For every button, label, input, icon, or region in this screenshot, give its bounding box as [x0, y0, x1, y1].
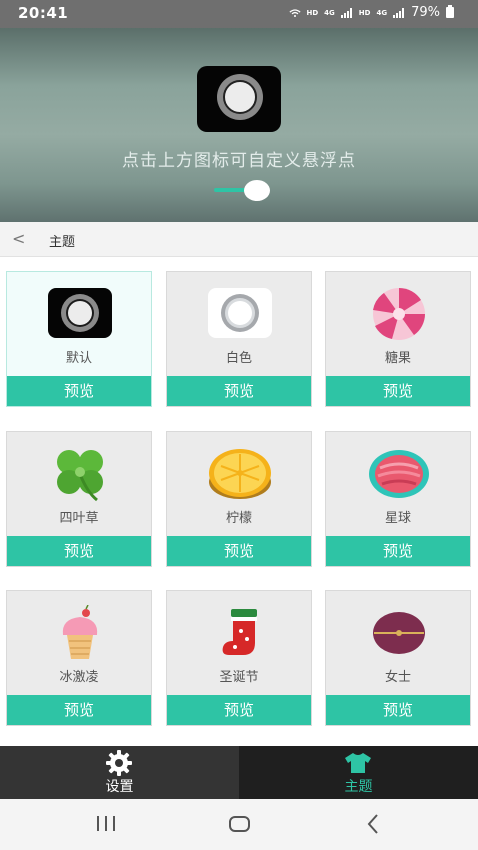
preview-button[interactable]: 预览 — [7, 536, 151, 566]
preview-button[interactable]: 预览 — [167, 695, 311, 725]
preview-button[interactable]: 预览 — [7, 695, 151, 725]
gear-icon — [106, 750, 132, 776]
theme-card-clover[interactable]: 四叶草 预览 — [6, 431, 152, 567]
lady-theme-icon — [373, 612, 425, 654]
theme-card-default[interactable]: 默认 预览 — [6, 271, 152, 407]
back-nav-icon[interactable] — [365, 811, 381, 837]
tab-theme[interactable]: 主题 — [239, 746, 478, 799]
floating-dot-toggle[interactable] — [214, 178, 274, 202]
theme-card-icecream[interactable]: 冰激凌 预览 — [6, 590, 152, 726]
battery-percent: 79% — [411, 5, 440, 20]
theme-card-planet[interactable]: 星球 预览 — [325, 431, 471, 567]
network-hd-2: HD — [358, 8, 371, 17]
theme-card-lemon[interactable]: 柠檬 预览 — [166, 431, 312, 567]
status-bar: 20:41 HD 4G HD 4G 79% — [0, 0, 478, 28]
theme-card-christmas[interactable]: 圣诞节 预览 — [166, 590, 312, 726]
preview-button[interactable]: 预览 — [167, 376, 311, 406]
wifi-icon — [288, 8, 301, 17]
theme-label: 白色 — [225, 351, 252, 366]
preview-button[interactable]: 预览 — [326, 376, 470, 406]
preview-button[interactable]: 预览 — [7, 376, 151, 406]
status-indicators: HD 4G HD 4G 79% — [288, 5, 454, 20]
status-time: 20:41 — [18, 4, 69, 22]
candy-theme-icon — [373, 287, 425, 340]
theme-label: 圣诞节 — [219, 670, 259, 685]
battery-icon — [446, 5, 454, 18]
hero-banner: 点击上方图标可自定义悬浮点 — [0, 28, 478, 222]
theme-label: 柠檬 — [225, 511, 252, 526]
home-icon[interactable] — [228, 811, 252, 837]
signal-label-2: 4G — [376, 8, 388, 17]
signal-icon — [340, 7, 352, 18]
title-bar: < 主题 — [0, 222, 478, 257]
planet-theme-icon — [369, 450, 429, 498]
tab-theme-label: 主题 — [344, 779, 373, 795]
default-theme-icon — [48, 288, 112, 338]
recent-apps-icon[interactable] — [95, 811, 117, 837]
theme-label: 糖果 — [384, 351, 411, 366]
back-icon[interactable]: < — [12, 229, 25, 248]
tab-settings[interactable]: 设置 — [0, 746, 239, 799]
lemon-theme-icon — [209, 449, 271, 499]
theme-label: 四叶草 — [59, 511, 99, 526]
bottom-tab-bar: 设置 主题 — [0, 746, 478, 799]
signal-icon-2 — [393, 7, 405, 18]
theme-card-candy[interactable]: 糖果 预览 — [325, 271, 471, 407]
page-title: 主题 — [49, 235, 76, 250]
floating-dot-icon[interactable] — [197, 66, 281, 132]
clover-theme-icon — [57, 450, 103, 502]
preview-button[interactable]: 预览 — [167, 536, 311, 566]
theme-card-lady[interactable]: 女士 预览 — [325, 590, 471, 726]
preview-button[interactable]: 预览 — [326, 695, 470, 725]
theme-label: 默认 — [65, 351, 92, 366]
tab-settings-label: 设置 — [105, 779, 134, 795]
christmas-sock-icon — [222, 609, 257, 655]
white-theme-icon — [208, 288, 272, 338]
signal-label-1: 4G — [324, 8, 335, 17]
hero-hint-text: 点击上方图标可自定义悬浮点 — [122, 151, 356, 171]
shirt-icon — [345, 753, 371, 773]
preview-button[interactable]: 预览 — [326, 536, 470, 566]
icecream-theme-icon — [62, 605, 98, 659]
network-hd-1: HD — [306, 8, 319, 17]
theme-label: 女士 — [384, 670, 411, 685]
system-nav-bar — [0, 799, 478, 850]
theme-card-white[interactable]: 白色 预览 — [166, 271, 312, 407]
theme-label: 冰激凌 — [59, 670, 99, 685]
theme-label: 星球 — [384, 511, 411, 526]
